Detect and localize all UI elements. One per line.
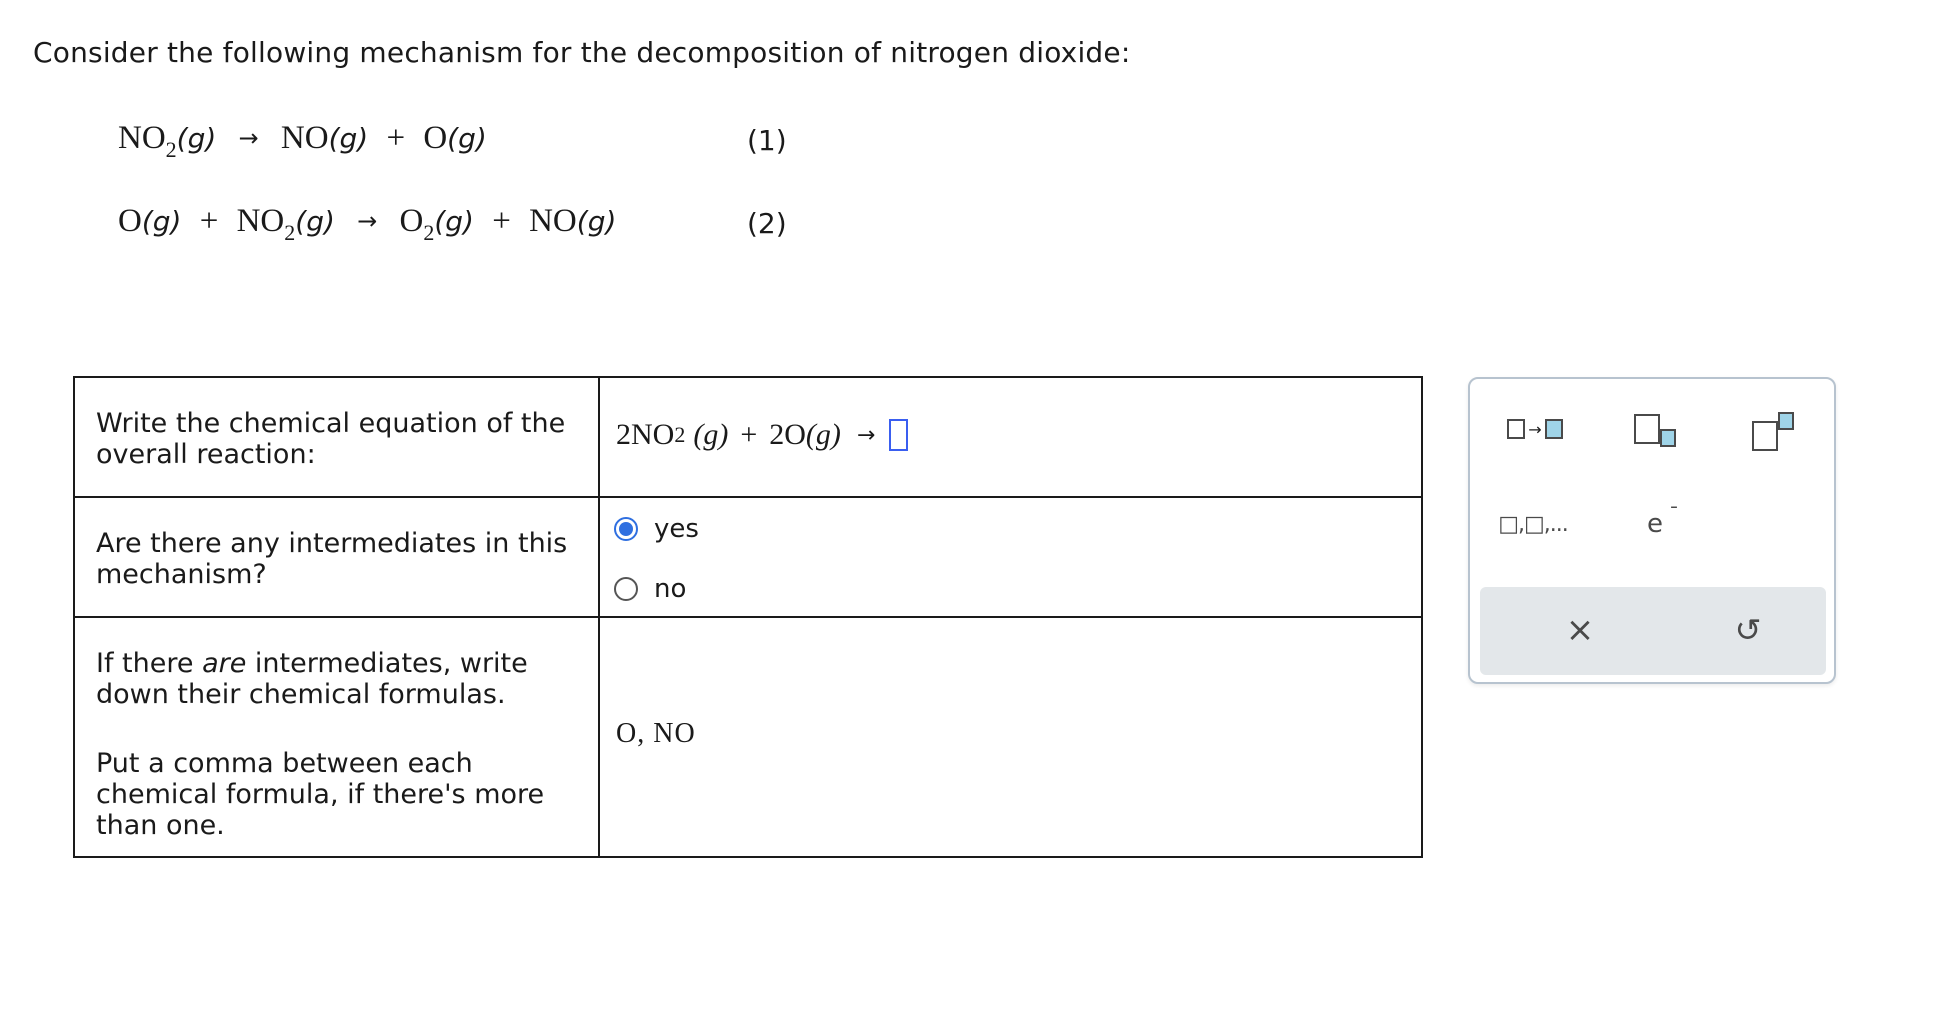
overall-reaction-label: Write the chemical equation of the overa…: [73, 376, 600, 498]
option-yes-label: yes: [654, 514, 699, 544]
palette-action-bar: × ↺: [1480, 587, 1826, 675]
box-icon: [1507, 419, 1526, 439]
list-template-button[interactable]: □,□,...: [1488, 504, 1578, 544]
question-table: Write the chemical equation of the overa…: [73, 376, 1423, 858]
intermediates-formula-label: If there are intermediates, write down t…: [73, 616, 600, 858]
step-number-2: (2): [747, 207, 787, 240]
math-palette: → □,□,... e ¯ × ↺: [1468, 377, 1836, 684]
product-input-slot[interactable]: [889, 419, 909, 451]
option-no-label: no: [654, 574, 687, 604]
undo-icon: ↺: [1734, 611, 1762, 649]
radio-yes[interactable]: [614, 517, 638, 541]
subscript-button[interactable]: [1620, 404, 1690, 454]
option-yes[interactable]: yes: [614, 514, 699, 544]
list-icon: □,□,...: [1498, 511, 1569, 537]
table-row: If there are intermediates, write down t…: [73, 616, 1423, 858]
intermediates-options-cell: yes no: [598, 496, 1423, 618]
intermediates-question-label: Are there any intermediates in this mech…: [73, 496, 600, 618]
electron-button[interactable]: e ¯: [1620, 499, 1690, 549]
close-icon: ×: [1565, 610, 1595, 650]
table-row: Are there any intermediates in this mech…: [73, 496, 1423, 618]
box-icon: [1634, 414, 1660, 444]
option-no[interactable]: no: [614, 574, 686, 604]
reaction-arrow-icon: →: [238, 124, 259, 152]
undo-button[interactable]: ↺: [1718, 605, 1778, 655]
intermediates-answer[interactable]: O, NO: [600, 618, 1421, 750]
electron-icon: e ¯: [1647, 503, 1679, 539]
overall-reaction-answer-cell[interactable]: 2NO 2 (g) + 2O (g) →: [598, 376, 1423, 498]
subscript-box-icon: [1660, 429, 1676, 447]
box-icon: [1752, 421, 1778, 451]
superscript-box-icon: [1778, 412, 1794, 430]
radio-no[interactable]: [614, 577, 638, 601]
table-row: Write the chemical equation of the overa…: [73, 376, 1423, 498]
problem-intro: Consider the following mechanism for the…: [33, 36, 1131, 69]
reaction-template-button[interactable]: →: [1490, 409, 1580, 449]
overall-equation[interactable]: 2NO 2 (g) + 2O (g) →: [600, 378, 1421, 452]
step-number-1: (1): [747, 124, 787, 157]
clear-button[interactable]: ×: [1550, 605, 1610, 655]
mechanism-step-1: NO2(g) → NO(g) + O(g): [118, 120, 487, 162]
reaction-arrow-icon: →: [357, 207, 378, 235]
arrow-icon: →: [1528, 419, 1542, 439]
mechanism-step-2: O(g) + NO2(g) → O2(g) + NO(g): [118, 203, 617, 245]
intermediates-answer-cell[interactable]: O, NO: [598, 616, 1423, 858]
superscript-button[interactable]: [1738, 404, 1808, 454]
box-selected-icon: [1544, 419, 1563, 439]
reaction-arrow-icon: →: [856, 422, 876, 448]
